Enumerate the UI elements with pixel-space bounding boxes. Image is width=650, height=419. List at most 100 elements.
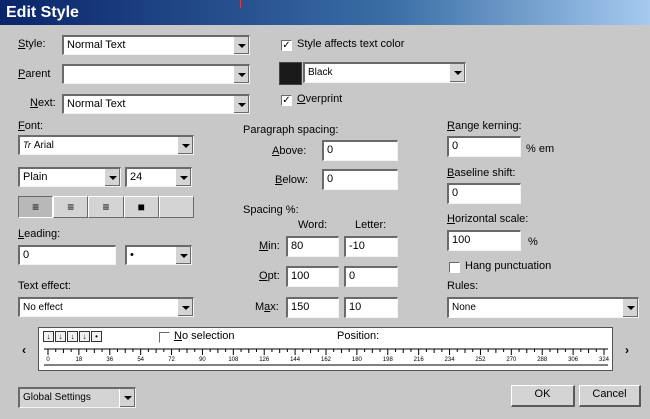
below-label: Below: xyxy=(275,174,309,186)
hang-punctuation-label: Hang punctuation xyxy=(465,260,552,272)
below-input[interactable]: 0 xyxy=(322,169,398,190)
ruler-label: 198 xyxy=(383,357,394,363)
ok-button[interactable]: OK xyxy=(511,385,575,407)
min-label: Min: xyxy=(259,240,280,252)
leading-unit-value: • xyxy=(130,249,134,261)
ruler-label: 54 xyxy=(137,357,144,363)
style-affects-color-checkbox[interactable]: ✓ xyxy=(281,40,292,51)
ruler-ticks xyxy=(47,349,605,355)
ruler-label: 180 xyxy=(352,357,363,363)
chevron-down-icon[interactable] xyxy=(233,66,249,83)
global-settings-label: Global Settings xyxy=(23,392,91,403)
color-value: Black xyxy=(308,67,333,78)
cancel-button[interactable]: Cancel xyxy=(579,385,641,407)
ruler-label: 270 xyxy=(506,357,517,363)
overprint-label: Overprint xyxy=(297,93,343,105)
min-letter-input[interactable]: -10 xyxy=(344,236,398,257)
leading-unit-select[interactable]: • xyxy=(125,245,192,265)
text-effect-label: Text effect: xyxy=(18,280,71,292)
leading-input[interactable]: 0 xyxy=(18,245,116,265)
opt-word-input[interactable]: 100 xyxy=(286,266,339,287)
baseline-shift-input[interactable]: 0 xyxy=(447,183,521,204)
ruler-label: 288 xyxy=(537,357,548,363)
chevron-down-icon[interactable] xyxy=(233,96,249,113)
global-settings-menu[interactable]: Global Settings xyxy=(18,387,136,408)
chevron-down-icon[interactable] xyxy=(175,169,191,186)
range-kerning-input[interactable]: 0 xyxy=(447,136,521,157)
above-input[interactable]: 0 xyxy=(322,140,398,161)
style-affects-color-label: Style affects text color xyxy=(297,38,405,50)
chevron-down-icon[interactable] xyxy=(104,169,120,186)
font-size-value: 24 xyxy=(130,171,143,183)
rules-value: None xyxy=(452,302,476,313)
next-select[interactable]: Normal Text xyxy=(62,94,250,114)
chevron-down-icon[interactable] xyxy=(622,299,638,317)
ruler-label: 234 xyxy=(445,357,456,363)
font-size-select[interactable]: 24 xyxy=(125,167,192,187)
tab-ruler[interactable]: 0 18 36 54 72 90 108 126 144 162 180 198 216 234 252 27… xyxy=(42,345,610,367)
font-value: Arial xyxy=(33,140,54,151)
chevron-down-icon[interactable] xyxy=(175,247,191,264)
align-center-button[interactable]: ≡ xyxy=(53,196,89,218)
max-word-input[interactable]: 150 xyxy=(286,297,339,318)
align-right-button[interactable]: ≡ xyxy=(88,196,124,218)
tab-left-icon[interactable]: ↓ xyxy=(43,331,54,342)
opt-label: Opt: xyxy=(259,270,280,282)
parent-select[interactable] xyxy=(62,64,250,84)
tab-right-icon[interactable]: ↓ xyxy=(67,331,78,342)
letter-label: Letter: xyxy=(355,219,387,231)
max-letter-input[interactable]: 10 xyxy=(344,297,398,318)
spacing-label: Spacing %: xyxy=(243,204,299,216)
position-label: Position: xyxy=(337,330,380,342)
align-none-button[interactable] xyxy=(158,196,195,218)
range-kerning-label: Range kerning: xyxy=(447,120,522,132)
tab-align-icon[interactable]: • xyxy=(91,331,102,342)
horizontal-scale-unit: % xyxy=(528,236,538,248)
tab-center-icon[interactable]: ↓ xyxy=(55,331,66,342)
chevron-down-icon[interactable] xyxy=(177,299,193,316)
no-selection-checkbox[interactable] xyxy=(159,332,170,343)
color-select[interactable]: Black xyxy=(303,62,466,83)
color-swatch xyxy=(279,62,302,85)
ruler-label: 324 xyxy=(599,357,610,363)
overprint-checkbox[interactable]: ✓ xyxy=(281,95,292,106)
window-edge-mark xyxy=(240,0,241,8)
ruler-labels: 0 18 36 54 72 90 108 126 144 162 180 198 216 234 252 27… xyxy=(46,357,609,363)
above-label: Above: xyxy=(272,145,307,157)
scroll-left-icon[interactable]: ‹ xyxy=(22,343,26,357)
chevron-down-icon[interactable] xyxy=(177,137,193,154)
alignment-buttons: ≡ ≡ ≡ ■ xyxy=(18,196,195,218)
chevron-down-icon[interactable] xyxy=(119,389,135,407)
chevron-down-icon[interactable] xyxy=(233,37,249,54)
horizontal-scale-input[interactable]: 100 xyxy=(447,230,521,251)
max-label: Max: xyxy=(255,301,279,313)
tab-type-buttons: ↓ ↓ ↓ ↓ • xyxy=(43,330,103,342)
style-value: Normal Text xyxy=(67,39,126,51)
text-effect-value: No effect xyxy=(23,302,63,313)
min-word-input[interactable]: 80 xyxy=(286,236,339,257)
opt-letter-input[interactable]: 0 xyxy=(344,266,398,287)
scroll-right-icon[interactable]: › xyxy=(625,343,629,357)
align-left-button[interactable]: ≡ xyxy=(18,196,54,218)
range-kerning-unit: % em xyxy=(526,143,555,155)
tab-decimal-icon[interactable]: ↓ xyxy=(79,331,90,342)
font-style-value: Plain xyxy=(23,171,48,183)
ruler-label: 126 xyxy=(259,357,270,363)
font-style-select[interactable]: Plain xyxy=(18,167,121,187)
ruler-label: 144 xyxy=(290,357,301,363)
next-value: Normal Text xyxy=(67,98,126,110)
word-label: Word: xyxy=(298,219,328,231)
chevron-down-icon[interactable] xyxy=(449,64,465,82)
font-select[interactable]: Tr Arial xyxy=(18,135,194,155)
rules-select[interactable]: None xyxy=(447,297,639,318)
leading-label: Leading: xyxy=(18,228,61,240)
align-justify-button[interactable]: ■ xyxy=(123,196,159,218)
align-right-icon: ≡ xyxy=(102,200,110,214)
text-effect-select[interactable]: No effect xyxy=(18,297,194,317)
ruler-label: 0 xyxy=(46,357,50,363)
ruler-label: 306 xyxy=(568,357,579,363)
edit-style-dialog: Edit Style Style: Normal Text Parent Nex… xyxy=(0,0,650,419)
hang-punctuation-checkbox[interactable] xyxy=(449,262,460,273)
ruler-label: 90 xyxy=(199,357,206,363)
style-select[interactable]: Normal Text xyxy=(62,35,250,55)
